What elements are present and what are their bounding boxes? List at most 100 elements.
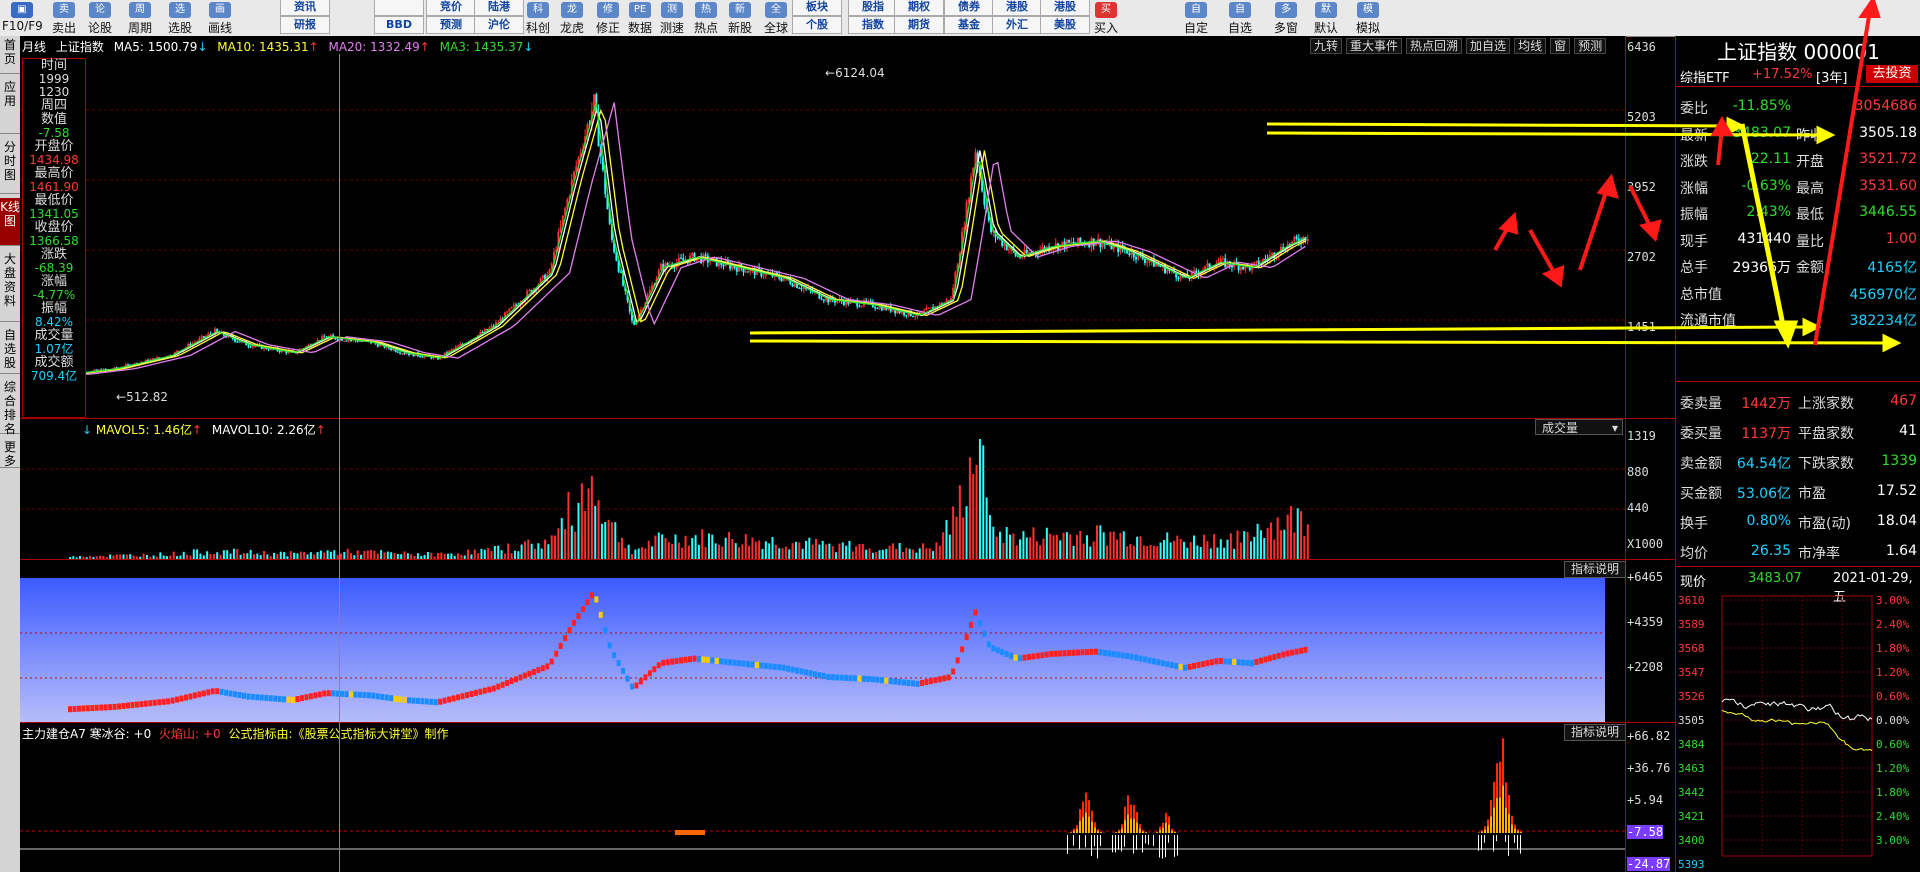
volume-bar xyxy=(848,540,851,559)
f10-button[interactable]: ▣ F10/F9 xyxy=(2,0,43,36)
toolbar-tab-top-0[interactable]: 资讯 xyxy=(280,0,330,16)
indicator-block xyxy=(848,675,853,682)
volume-bar xyxy=(724,537,727,559)
indicator-block xyxy=(902,679,907,686)
toolbar-tab-top-6[interactable]: 期权 xyxy=(894,0,944,16)
toolbar-tab-top-9[interactable]: 港股 xyxy=(1040,0,1090,16)
ice-bar xyxy=(1097,835,1098,859)
volume-bar xyxy=(778,548,781,559)
candle-body xyxy=(450,349,453,351)
toolbar-button-6[interactable]: 龙龙虎 xyxy=(552,0,592,36)
volume-bar xyxy=(865,549,868,559)
toolbar-icon-2: 周 xyxy=(129,2,151,18)
toolbar-tab-top-3[interactable]: 陆港 xyxy=(474,0,524,16)
toolbar-tab-1[interactable]: BBD xyxy=(374,16,424,34)
toolbar-tab-9[interactable]: 美股 xyxy=(1040,16,1090,34)
toolbar-tab-top-7[interactable]: 债券 xyxy=(944,0,994,16)
volume-pane[interactable]: ↓ MAVOL5: 1.46亿↑ MAVOL10: 2.26亿↑ 成交量 ▾ xyxy=(20,419,1626,559)
leftnav-item-5[interactable]: 自选股 xyxy=(0,326,20,374)
indicator-block xyxy=(1227,658,1232,665)
kline-pane[interactable]: 月线 上证指数 MA5: 1500.79↓ MA10: 1435.31↑ MA2… xyxy=(20,36,1626,418)
toolbar-button-16[interactable]: 多多窗 xyxy=(1266,0,1306,36)
indicator1-help-button[interactable]: 指标说明 xyxy=(1564,561,1626,578)
indicator-block xyxy=(991,645,996,652)
toolbar-tab-8[interactable]: 外汇 xyxy=(992,16,1042,34)
volume-bar xyxy=(955,516,958,559)
volume-bar xyxy=(580,483,583,559)
volume-bar xyxy=(346,548,349,559)
volume-bar xyxy=(1039,545,1042,559)
toolbar-button-14[interactable]: 自自定 xyxy=(1176,0,1216,36)
leftnav-item-1[interactable]: 应用 xyxy=(0,78,20,134)
toolbar-tab-7[interactable]: 基金 xyxy=(944,16,994,34)
volume-bar xyxy=(784,546,787,559)
volume-bar xyxy=(1059,540,1062,559)
toolbar-button-11[interactable]: 新新股 xyxy=(720,0,760,36)
indicator-block xyxy=(277,695,282,702)
kline-chart[interactable] xyxy=(20,36,1625,418)
stat-value: 41 xyxy=(1899,423,1917,439)
leftnav-item-6[interactable]: 综合排名 xyxy=(0,378,20,436)
indicator-block xyxy=(1120,652,1125,659)
leftnav-item-7[interactable]: 更多 xyxy=(0,438,20,468)
toolbar-button-12[interactable]: 全全球 xyxy=(756,0,796,36)
candle-body xyxy=(1239,267,1242,271)
toolbar-button-4[interactable]: 画画线 xyxy=(200,0,240,36)
toolbar-tab-4[interactable]: 个股 xyxy=(792,16,842,34)
toolbar-tab-top-2[interactable]: 竞价 xyxy=(426,0,476,16)
toolbar-tab-3[interactable]: 沪伦 xyxy=(474,16,524,34)
leftnav-item-4[interactable]: 大盘资料 xyxy=(0,250,20,322)
intraday-mini-chart[interactable]: 3610 3589 3568 3547 3526 3505 3484 3463 3442 3421… xyxy=(1676,592,1920,872)
candle-body xyxy=(691,253,694,256)
toolbar-tab-0[interactable]: 研报 xyxy=(280,16,330,34)
indicator1-pane[interactable]: 指标说明 xyxy=(20,560,1626,722)
volume-bar xyxy=(821,540,824,559)
volume-bar xyxy=(507,543,510,559)
toolbar-button-3[interactable]: 选选股 xyxy=(160,0,200,36)
volume-bar xyxy=(999,531,1001,559)
stat-value: 1442万 xyxy=(1741,396,1791,412)
leftnav-item-3[interactable]: K线图 xyxy=(0,198,20,246)
toolbar-label-13: 买入 xyxy=(1093,21,1118,35)
volume-bar xyxy=(707,533,710,559)
leftnav-item-2[interactable]: 分时图 xyxy=(0,138,20,194)
toolbar-button-15[interactable]: 自自选 xyxy=(1220,0,1260,36)
toolbar-tab-top-5[interactable]: 股指 xyxy=(848,0,898,16)
toolbar-tab-5[interactable]: 指数 xyxy=(848,16,898,34)
indicator1-chart[interactable] xyxy=(20,560,1625,722)
toolbar-button-1[interactable]: 论论股 xyxy=(80,0,120,36)
axis-label: +5.94 xyxy=(1627,793,1664,807)
toolbar-button-17[interactable]: 默默认 xyxy=(1306,0,1346,36)
indicator-block xyxy=(817,672,822,679)
candle-body xyxy=(1293,236,1296,242)
indicator2-pane[interactable]: 主力建仓A7 寒冰谷: +0 火焰山: +0 公式指标由:《股票公式指标大讲堂》… xyxy=(20,723,1626,872)
toolbar-button-13[interactable]: 买买入 xyxy=(1086,0,1126,36)
volume-bar xyxy=(500,550,503,559)
indicator-block xyxy=(808,670,813,677)
candle-body xyxy=(1003,243,1006,246)
fire-bar xyxy=(1118,831,1120,833)
indicator-block xyxy=(688,656,692,663)
info-key-2: 周四 xyxy=(40,98,67,113)
volume-chart[interactable] xyxy=(20,419,1625,559)
stat-value: 26.35 xyxy=(1750,543,1791,559)
toolbar-button-0[interactable]: 卖卖出 xyxy=(44,0,84,36)
toolbar-button-18[interactable]: 模模拟 xyxy=(1348,0,1388,36)
toolbar-button-2[interactable]: 周周期 xyxy=(120,0,160,36)
indicator2-chart[interactable] xyxy=(20,723,1625,872)
toolbar-tab-top-4[interactable]: 板块 xyxy=(792,0,842,16)
volume-bar xyxy=(383,552,386,559)
toolbar-tab-2[interactable]: 预测 xyxy=(426,16,476,34)
quote-value: 3505.18 xyxy=(1859,124,1917,141)
leftnav-item-0[interactable]: 首页 xyxy=(0,36,20,74)
toolbar-tab-6[interactable]: 期货 xyxy=(894,16,944,34)
indicator-block xyxy=(125,702,130,709)
stat-row-3: 买金额 53.06亿 市盈 17.52 xyxy=(1676,478,1920,508)
toolbar-tab-top-1[interactable] xyxy=(374,0,424,16)
quote-label: 委比 xyxy=(1680,101,1708,117)
toolbar-tab-top-8[interactable]: 港股 xyxy=(992,0,1042,16)
volume-bar xyxy=(738,547,741,559)
invest-button[interactable]: 去投资 xyxy=(1866,65,1918,83)
indicator-block xyxy=(295,696,300,703)
indicator-block xyxy=(951,668,956,675)
